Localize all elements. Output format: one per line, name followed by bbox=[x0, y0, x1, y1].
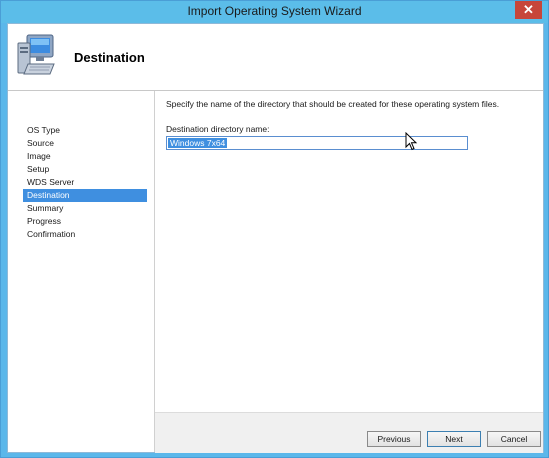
wizard-button-bar: Previous Next Cancel bbox=[155, 412, 543, 453]
nav-item-summary[interactable]: Summary bbox=[23, 202, 147, 215]
destination-directory-label: Destination directory name: bbox=[166, 124, 270, 134]
next-button[interactable]: Next bbox=[427, 431, 481, 447]
nav-item-image[interactable]: Image bbox=[23, 150, 147, 163]
mouse-pointer-icon bbox=[405, 132, 418, 151]
nav-item-progress[interactable]: Progress bbox=[23, 215, 147, 228]
destination-directory-input[interactable]: Windows 7x64 bbox=[166, 136, 468, 150]
cancel-button[interactable]: Cancel bbox=[487, 431, 541, 447]
wizard-content: Specify the name of the directory that s… bbox=[155, 91, 543, 411]
page-title: Destination bbox=[74, 50, 145, 65]
window-title: Import Operating System Wizard bbox=[187, 4, 362, 18]
wizard-client-area: Destination OS Type Source Image Setup W… bbox=[7, 23, 544, 453]
nav-item-confirmation[interactable]: Confirmation bbox=[23, 228, 147, 241]
wizard-window: Import Operating System Wizard ✕ Destina… bbox=[0, 0, 549, 458]
wizard-header: Destination bbox=[8, 24, 543, 91]
nav-item-source[interactable]: Source bbox=[23, 137, 147, 150]
instructions-text: Specify the name of the directory that s… bbox=[166, 99, 500, 109]
destination-directory-value: Windows 7x64 bbox=[168, 138, 228, 148]
nav-item-setup[interactable]: Setup bbox=[23, 163, 147, 176]
title-bar[interactable]: Import Operating System Wizard ✕ bbox=[1, 1, 548, 23]
wizard-step-list: OS Type Source Image Setup WDS Server De… bbox=[8, 91, 155, 452]
nav-item-wds-server[interactable]: WDS Server bbox=[23, 176, 147, 189]
computer-icon bbox=[17, 34, 55, 75]
nav-item-os-type[interactable]: OS Type bbox=[23, 124, 147, 137]
close-button[interactable]: ✕ bbox=[515, 1, 542, 19]
previous-button[interactable]: Previous bbox=[367, 431, 421, 447]
nav-item-destination[interactable]: Destination bbox=[23, 189, 147, 202]
